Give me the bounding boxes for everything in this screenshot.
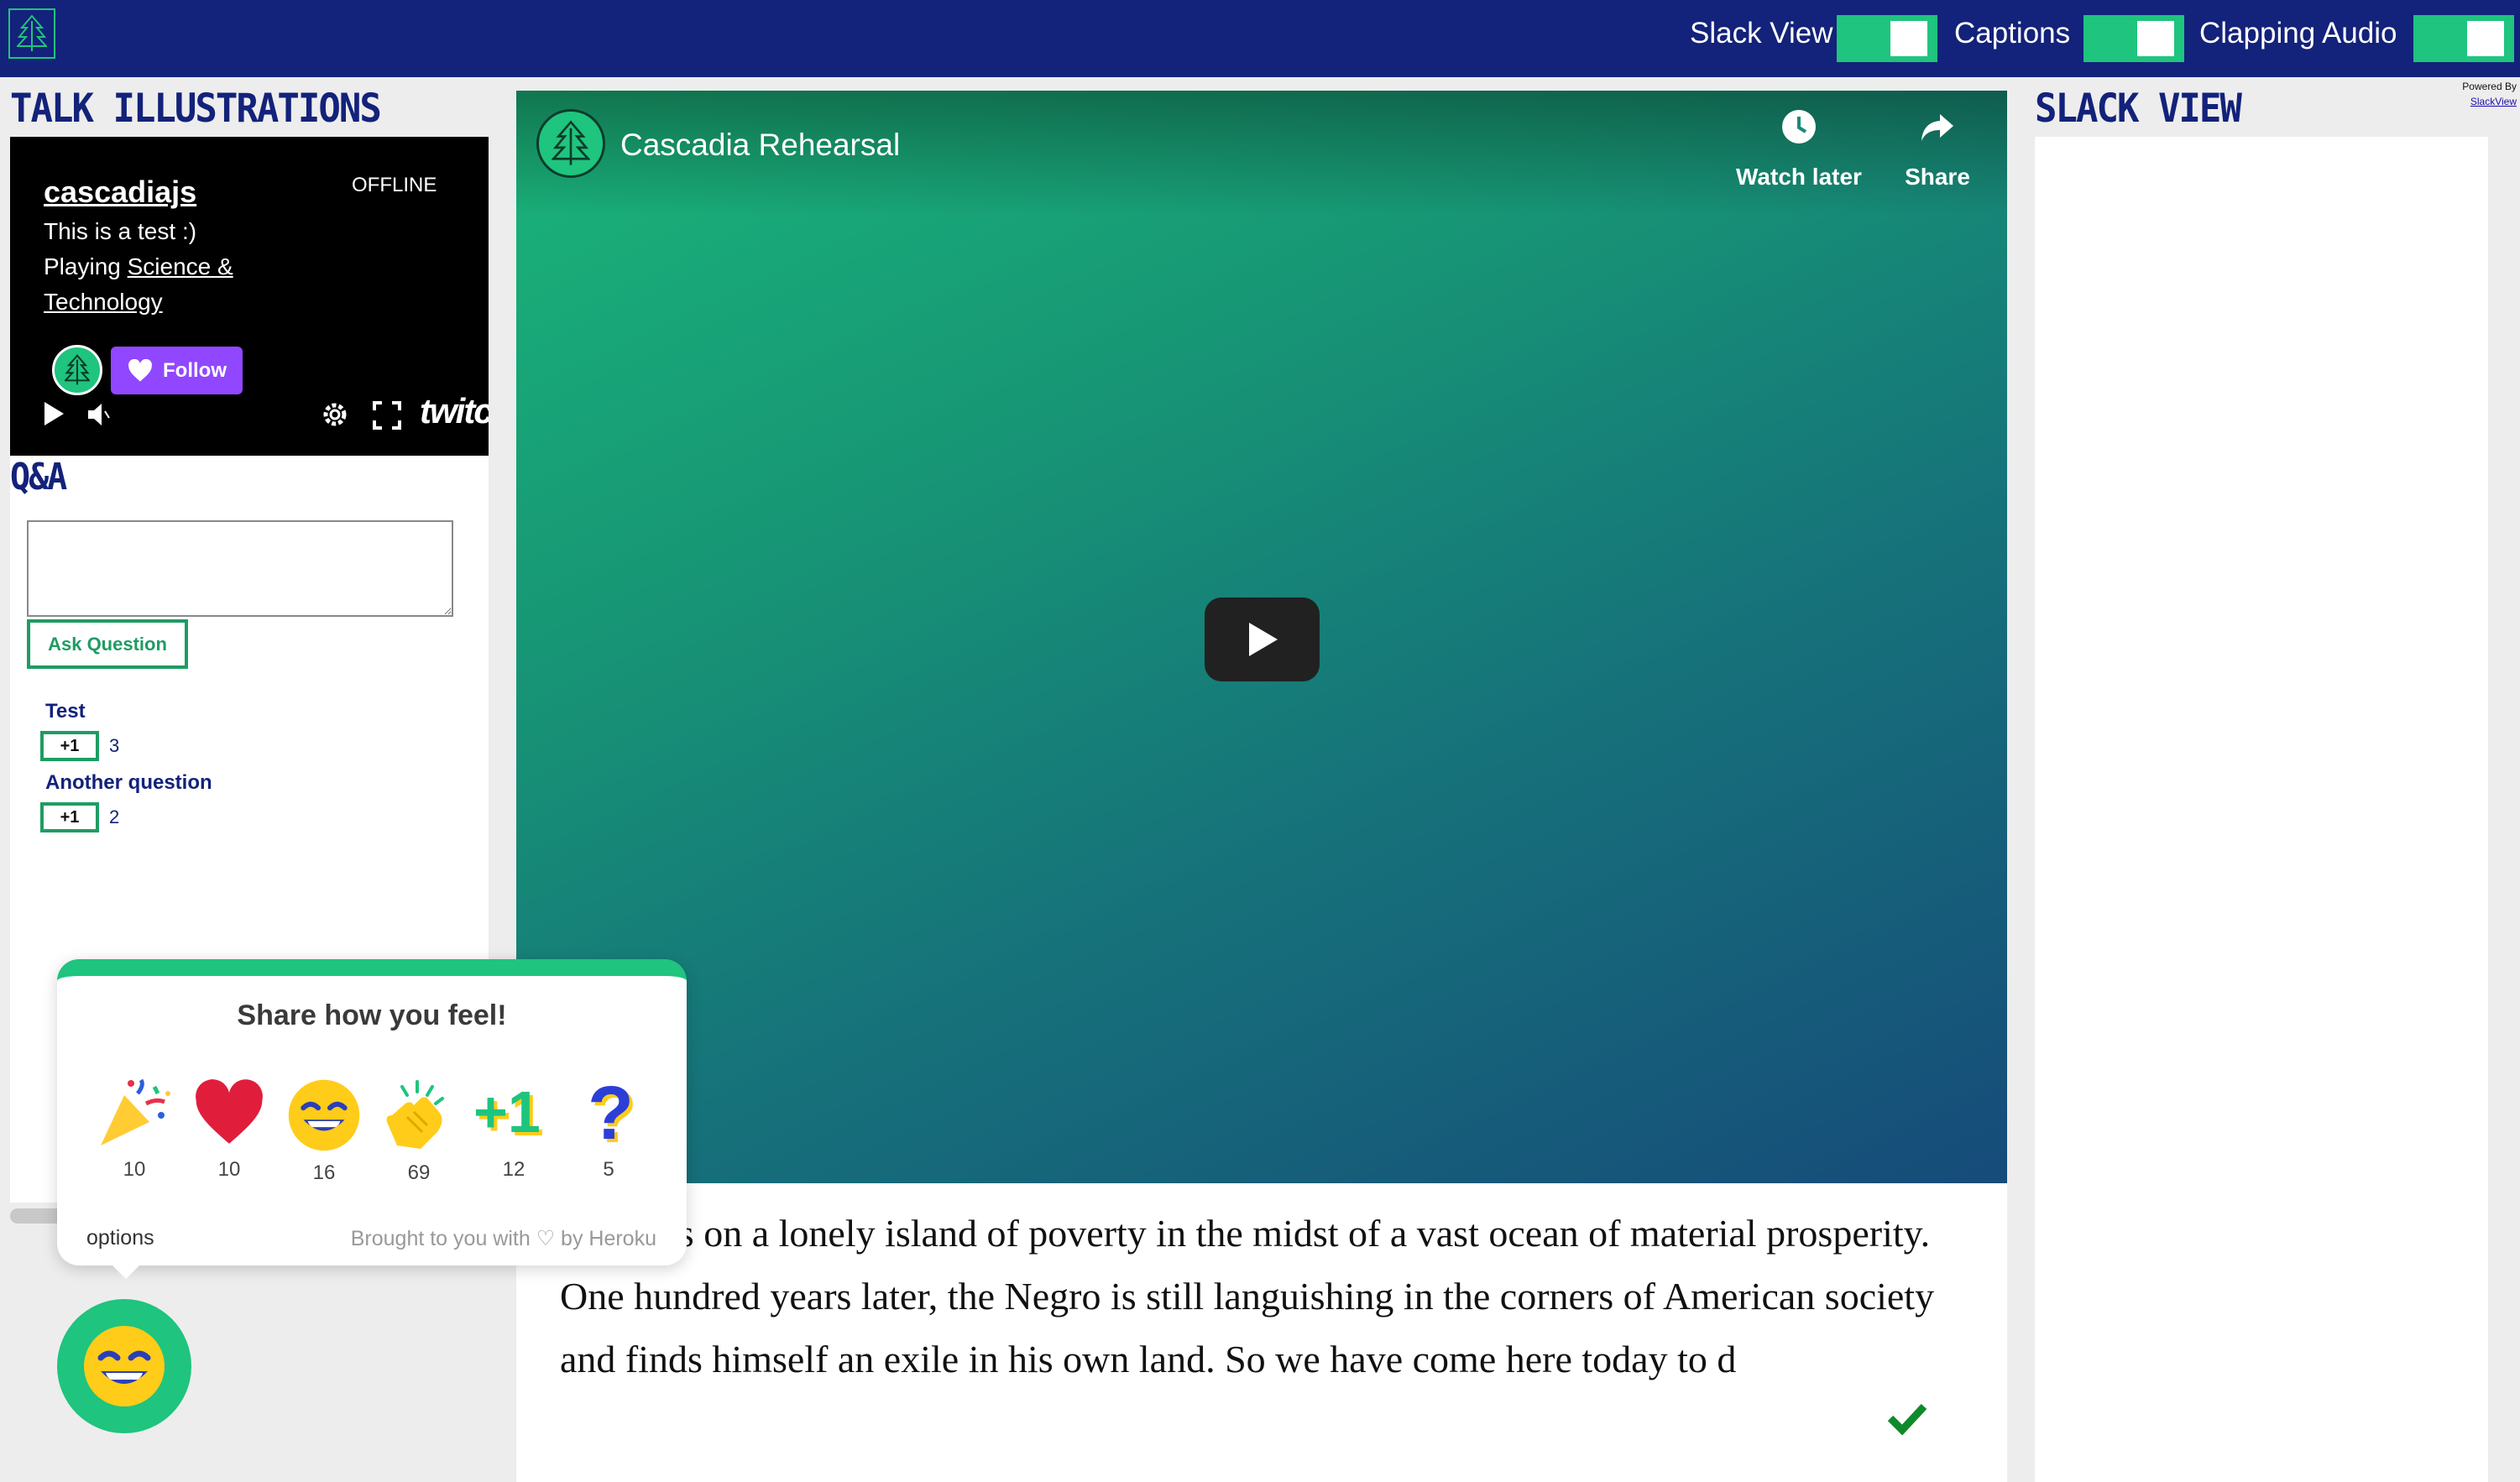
top-bar: Slack View Captions Clapping Audio — [0, 0, 2520, 77]
qa-title: Q&A — [10, 457, 67, 498]
question-text: Test — [45, 700, 86, 723]
tree-icon[interactable] — [8, 8, 55, 59]
category-link-2[interactable]: Technology — [44, 289, 163, 316]
vote-count: 2 — [109, 806, 120, 827]
options-link[interactable]: options — [86, 1226, 154, 1250]
reaction-count: 16 — [312, 1161, 336, 1184]
play-icon[interactable] — [42, 400, 65, 435]
follow-button[interactable]: Follow — [111, 347, 243, 394]
slack-view-toggle[interactable] — [1837, 15, 1937, 62]
reaction-launcher-button[interactable] — [57, 1299, 191, 1433]
party-popper-icon — [101, 1078, 170, 1145]
channel-name[interactable]: cascadiajs — [44, 175, 196, 210]
follow-label: Follow — [163, 358, 227, 382]
playing-line: Playing Science & — [44, 253, 233, 280]
playing-prefix: Playing — [44, 253, 128, 279]
video-title[interactable]: Cascadia Rehearsal — [620, 128, 900, 163]
avatar[interactable] — [52, 345, 102, 395]
plus-one-icon: +1 +1 — [473, 1079, 544, 1148]
grin-icon — [84, 1326, 165, 1406]
captions-box: gro lives on a lonely island of poverty … — [516, 1183, 2007, 1482]
channel-avatar[interactable] — [536, 109, 605, 178]
slack-panel — [2035, 137, 2488, 1482]
play-button[interactable] — [1205, 597, 1320, 681]
vote-count: 3 — [109, 735, 120, 756]
video-player[interactable]: Cascadia Rehearsal Watch later Share — [516, 91, 2007, 1183]
question-icon: ? ? — [588, 1072, 637, 1159]
question-text: Another question — [45, 771, 212, 794]
play-icon — [1248, 623, 1278, 656]
ask-question-button[interactable]: Ask Question — [27, 619, 188, 669]
clap-icon — [386, 1080, 444, 1149]
heart-icon — [128, 358, 152, 381]
reaction-grin[interactable]: 16 — [282, 1078, 366, 1185]
twitch-logo[interactable]: twitch — [420, 391, 489, 431]
captions-toggle[interactable] — [2083, 15, 2184, 62]
reaction-question[interactable]: ? ? 5 — [567, 1072, 651, 1182]
popup-title: Share how you feel! — [237, 999, 507, 1031]
checkmark-icon — [1887, 1401, 1927, 1439]
talk-illustrations-title: TALK ILLUSTRATIONS — [10, 85, 382, 133]
clapping-audio-toggle[interactable] — [2413, 15, 2514, 62]
reaction-count: 10 — [217, 1158, 241, 1181]
reaction-count: 12 — [502, 1158, 525, 1181]
upvote-button[interactable]: +1 — [40, 731, 99, 761]
category-link[interactable]: Science & — [128, 253, 233, 279]
stream-title: This is a test :) — [44, 218, 197, 244]
upvote-button[interactable]: +1 — [40, 802, 99, 832]
heart-icon — [196, 1079, 263, 1144]
powered-by: Powered By SlackView — [2462, 79, 2517, 109]
reaction-count: 10 — [123, 1158, 146, 1181]
slackview-link[interactable]: SlackView — [2470, 96, 2517, 107]
watch-later-button[interactable]: Watch later — [1732, 107, 1866, 190]
powered-by-text: Powered By — [2462, 81, 2517, 92]
reaction-clap[interactable]: 69 — [377, 1078, 461, 1185]
question-input[interactable] — [27, 520, 453, 617]
share-button[interactable]: Share — [1891, 107, 1984, 190]
watch-later-label: Watch later — [1736, 164, 1862, 190]
reaction-popup: Share how you feel! 10 10 16 69 +1 +1 12… — [57, 959, 687, 1265]
share-label: Share — [1905, 164, 1970, 190]
share-icon — [1921, 114, 1953, 141]
slack-view-label: Slack View — [1690, 17, 1833, 50]
reaction-count: 5 — [603, 1158, 614, 1181]
captions-label: Captions — [1954, 17, 2071, 50]
volume-icon[interactable] — [86, 402, 111, 435]
offline-status: OFFLINE — [352, 174, 437, 196]
clapping-audio-label: Clapping Audio — [2199, 17, 2397, 50]
svg-text:?: ? — [588, 1078, 634, 1149]
twitch-player[interactable]: cascadiajs OFFLINE This is a test :) Pla… — [10, 137, 489, 456]
fullscreen-icon[interactable] — [373, 401, 401, 437]
clock-icon — [1782, 110, 1816, 144]
popup-caret — [107, 1260, 144, 1279]
reaction-heart[interactable]: 10 — [187, 1078, 271, 1182]
reaction-count: 69 — [407, 1161, 431, 1184]
reaction-plus-one[interactable]: +1 +1 12 — [472, 1078, 556, 1182]
heroku-credit[interactable]: Brought to you with ♡ by Heroku — [351, 1226, 656, 1251]
svg-text:+1: +1 — [475, 1079, 541, 1145]
grin-icon — [288, 1079, 360, 1151]
reaction-party[interactable]: 10 — [92, 1078, 176, 1182]
gear-icon[interactable] — [321, 400, 349, 436]
slack-view-title: SLACK VIEW — [2035, 85, 2242, 133]
